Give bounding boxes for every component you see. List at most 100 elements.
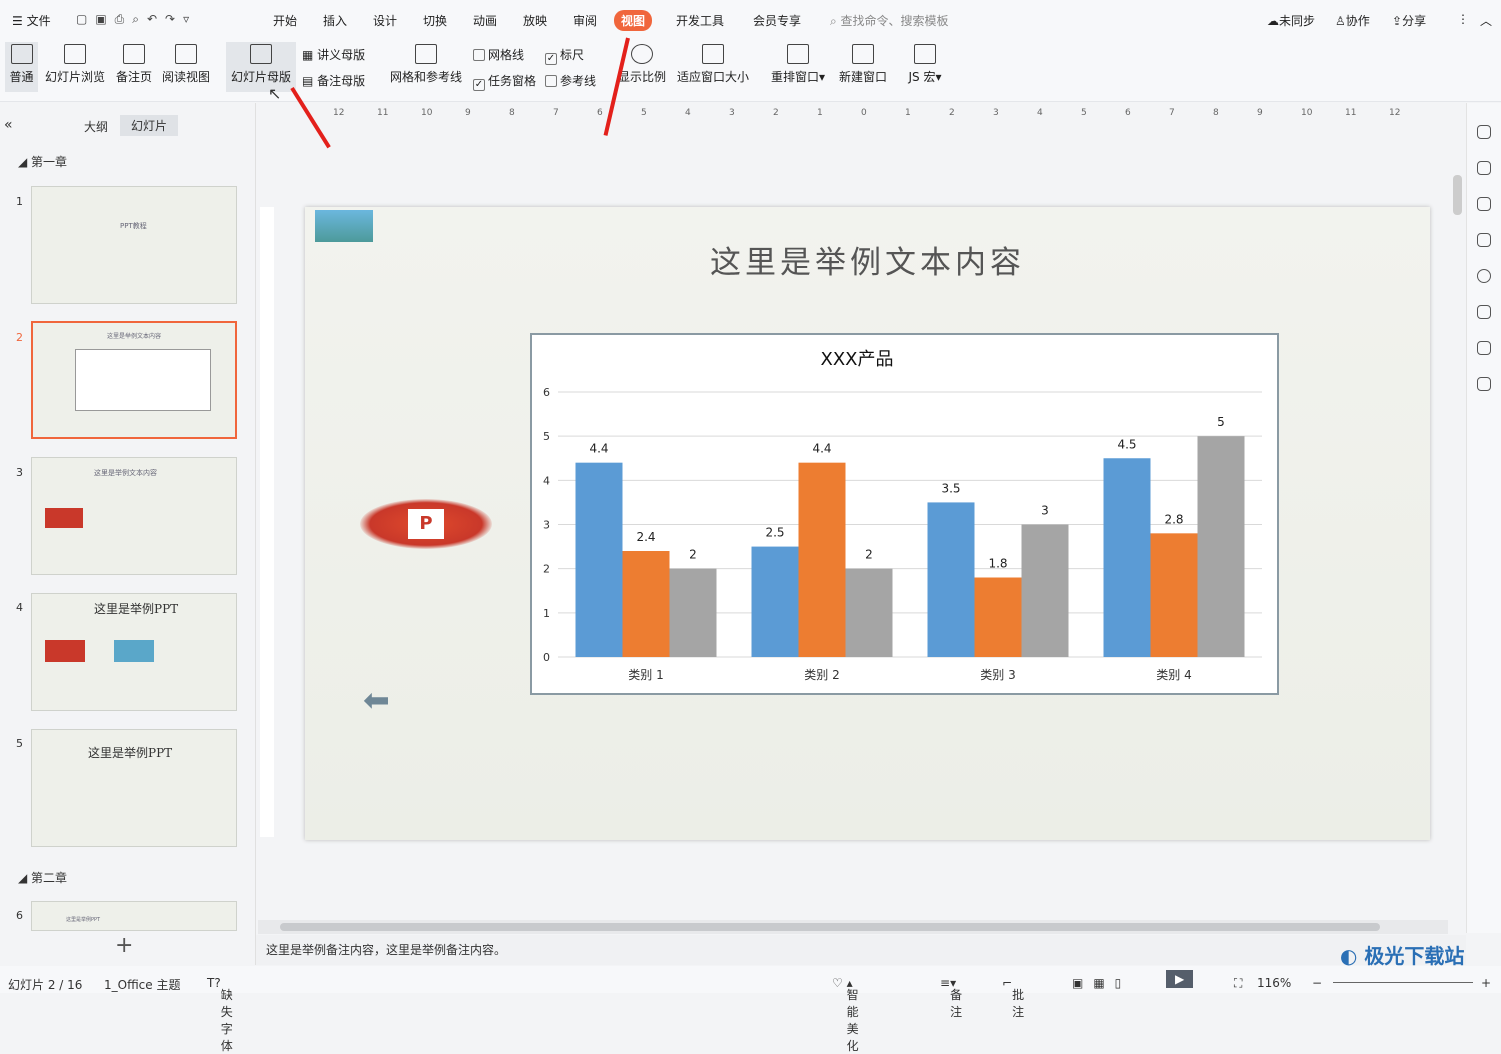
vertical-ruler[interactable]	[260, 207, 274, 837]
ruler-tick-label: 12	[333, 108, 345, 118]
data-label: 2	[689, 548, 697, 562]
y-tick-label: 3	[543, 519, 550, 532]
js-macro-button[interactable]: JS 宏▾	[903, 42, 947, 92]
ruler-checkbox[interactable]: ✓ 标尺	[545, 46, 584, 65]
ruler-tick-label: 0	[861, 108, 867, 118]
tab-design[interactable]: 设计	[373, 12, 397, 29]
scroll-thumb[interactable]	[1453, 175, 1462, 215]
tab-member[interactable]: 会员专享	[753, 12, 801, 29]
play-slideshow-button[interactable]: ▶	[1166, 970, 1194, 988]
slide-thumb-2[interactable]: 这里是举例文本内容	[31, 321, 237, 439]
theme-name[interactable]: 1_Office 主题	[104, 976, 180, 993]
collapse-panel-icon[interactable]: «	[4, 117, 13, 133]
slide-thumb-1[interactable]: PPT教程	[31, 186, 237, 304]
slide-canvas[interactable]: 这里是举例文本内容 P ⬅ XXX产品 0 1 2 3 4 5 6 类别 1 4.4 2.4 2 类别 …	[305, 207, 1430, 840]
bulb-icon[interactable]	[1477, 341, 1491, 355]
tab-insert[interactable]: 插入	[323, 12, 347, 29]
horizontal-scrollbar[interactable]	[258, 920, 1448, 934]
slide-master-icon	[250, 44, 272, 64]
tab-transition[interactable]: 切换	[423, 12, 447, 29]
zoom-level[interactable]: 116%	[1257, 976, 1291, 990]
right-toolbar	[1466, 103, 1501, 933]
section-2[interactable]: ◢ 第二章	[18, 869, 67, 886]
star-icon[interactable]	[1477, 197, 1491, 211]
normal-view-button[interactable]: 普通	[5, 42, 38, 92]
slide-thumb-6[interactable]: 这里是举例PPT	[31, 901, 237, 931]
collab-button[interactable]: ♙协作	[1335, 12, 1370, 29]
sliders-icon[interactable]	[1477, 161, 1491, 175]
slide-thumb-5[interactable]: 这里是举例PPT	[31, 729, 237, 847]
notes-master-button[interactable]: ▤ 备注母版	[302, 72, 365, 89]
fit-icon[interactable]: ⛶	[1234, 976, 1242, 991]
share-button[interactable]: ⇪分享	[1392, 12, 1426, 29]
add-slide-button[interactable]: +	[115, 933, 133, 958]
ppt-logo[interactable]: P	[360, 499, 492, 549]
arrange-windows-button[interactable]: 重排窗口▾	[768, 42, 828, 92]
notes-page-button[interactable]: 备注页	[113, 42, 155, 92]
slide-master-button[interactable]: 幻灯片母版	[226, 42, 296, 92]
bar	[622, 551, 670, 657]
label: 显示比例	[617, 70, 666, 84]
slide-sorter-button[interactable]: 幻灯片浏览	[43, 42, 107, 92]
back-arrow-icon[interactable]: ⬅	[363, 681, 390, 719]
grid-guides-button[interactable]: 网格和参考线	[388, 42, 464, 92]
quick-access-icons[interactable]: ▢▣⎙⌕↶↷▿	[76, 12, 197, 27]
guides-checkbox[interactable]: 参考线	[545, 72, 596, 89]
smart-beautify-button[interactable]: ♡ 智能美化 ▴	[832, 976, 859, 1053]
sync-button[interactable]: ☁未同步	[1267, 12, 1315, 29]
normal-view-icon	[10, 44, 33, 64]
bar	[751, 546, 799, 657]
bar	[927, 502, 975, 657]
bar	[1150, 533, 1198, 657]
file-menu[interactable]: ☰ 文件	[12, 12, 51, 29]
more-icon[interactable]: ⋮	[1457, 12, 1469, 26]
scroll-thumb[interactable]	[280, 923, 1380, 931]
search-command[interactable]: ⌕ 查找命令、搜索模板	[830, 12, 949, 29]
transition-icon[interactable]	[1477, 233, 1491, 247]
notes-pane[interactable]: 这里是举例备注内容，这里是举例备注内容。	[256, 935, 1466, 965]
slide-title[interactable]: 这里是举例文本内容	[305, 237, 1430, 282]
reading-view-button[interactable]: 阅读视图	[160, 42, 212, 92]
y-tick-label: 4	[543, 474, 550, 487]
gridlines-checkbox[interactable]: 网格线	[473, 46, 524, 63]
fit-window-button[interactable]: 适应窗口大小	[676, 42, 750, 92]
data-label: 1.8	[988, 557, 1007, 571]
tab-slideshow[interactable]: 放映	[523, 12, 547, 29]
section-1[interactable]: ◢ 第一章	[18, 153, 67, 170]
bar-chart-svg: XXX产品 0 1 2 3 4 5 6 类别 1 4.4 2.4 2 类别 2 2.5 4.4 2 类别 3 3.…	[543, 349, 1262, 682]
handout-master-button[interactable]: ▦ 讲义母版	[302, 46, 365, 63]
horizontal-ruler[interactable]: 12 11 10 9 8 7 6 5 4 3 2 1 0 1 2 3 4 5 6 7 8 9 10 11 12	[305, 106, 1430, 122]
tab-animation[interactable]: 动画	[473, 12, 497, 29]
view-mode-icons[interactable]: ▣▦▯	[1072, 976, 1131, 990]
help-icon[interactable]	[1477, 269, 1491, 283]
task-pane-checkbox[interactable]: ✓ 任务窗格	[473, 72, 536, 91]
missing-font-button[interactable]: T? 缺失字体	[207, 976, 233, 1053]
tab-developer[interactable]: 开发工具	[676, 12, 724, 29]
bar	[798, 462, 846, 657]
comments-toggle[interactable]: ⌐ 批注	[1002, 976, 1024, 1019]
chart[interactable]: XXX产品 0 1 2 3 4 5 6 类别 1 4.4 2.4 2 类别 2 2.5 4.4 2 类别 3 3.…	[530, 333, 1279, 695]
zoom-in-button[interactable]: +	[1481, 976, 1491, 990]
tab-slides[interactable]: 幻灯片	[120, 115, 179, 136]
label: 任务窗格	[488, 74, 537, 88]
tab-outline[interactable]: 大纲	[84, 118, 108, 135]
vertical-scrollbar[interactable]	[1450, 103, 1466, 933]
slide-thumb-3[interactable]: 这里是举例文本内容	[31, 457, 237, 575]
label: 参考线	[560, 74, 597, 88]
file-label: 文件	[26, 14, 51, 28]
backup-icon[interactable]	[1477, 305, 1491, 319]
tab-review[interactable]: 审阅	[573, 12, 597, 29]
tab-start[interactable]: 开始	[273, 12, 297, 29]
new-window-button[interactable]: 新建窗口	[836, 42, 890, 92]
book-icon[interactable]	[1477, 377, 1491, 391]
ruler-tick-label: 2	[773, 108, 779, 118]
collapse-ribbon-icon[interactable]: ︿	[1480, 12, 1492, 29]
rocket-icon[interactable]	[1477, 125, 1491, 139]
ruler-tick-label: 11	[377, 108, 389, 118]
new-window-icon	[852, 44, 874, 64]
zoom-slider[interactable]	[1333, 982, 1473, 983]
slide-thumb-4[interactable]: 这里是举例PPT	[31, 593, 237, 711]
zoom-out-button[interactable]: −	[1312, 976, 1322, 990]
tab-view[interactable]: 视图	[614, 10, 653, 31]
notes-toggle[interactable]: ≡ 备注 ▾	[940, 976, 962, 1019]
